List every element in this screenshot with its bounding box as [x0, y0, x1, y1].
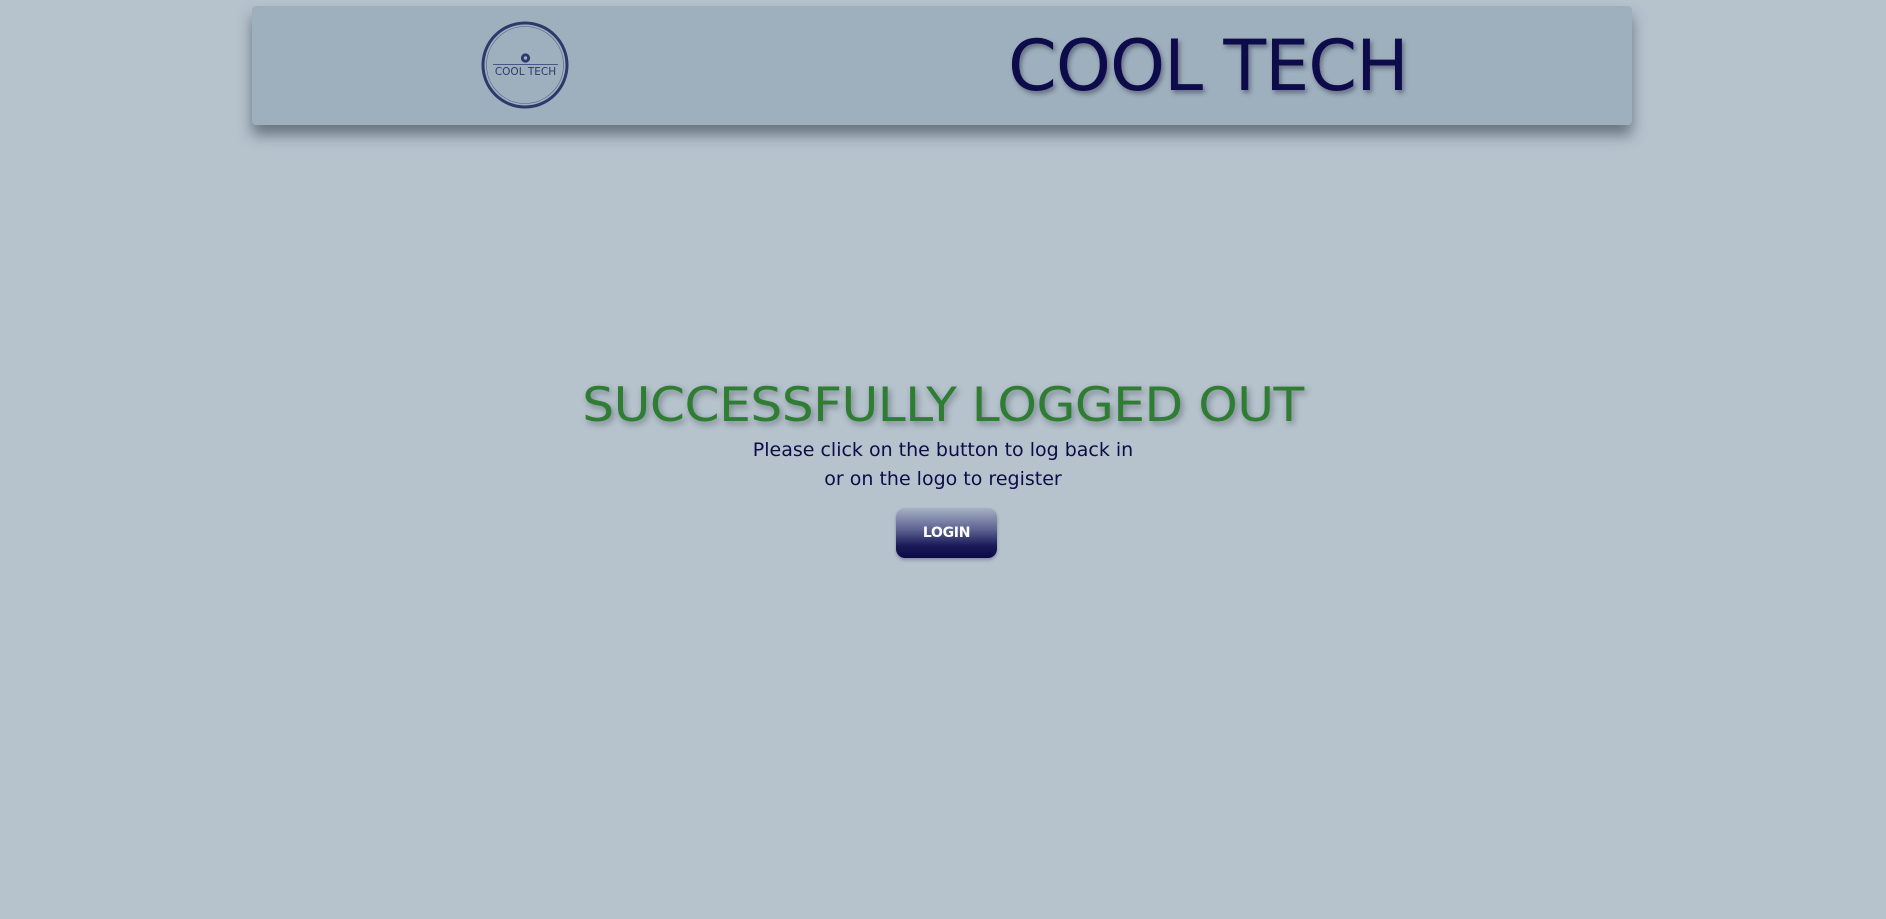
brand-title: COOL TECH [1008, 25, 1409, 107]
register-instruction-text: or on the logo to register [824, 468, 1062, 490]
login-button[interactable]: LOGIN [896, 508, 997, 558]
logout-panel: SUCCESSFULLY LOGGED OUT Please click on … [0, 378, 1886, 494]
svg-text:COOL TECH: COOL TECH [495, 66, 556, 78]
login-instruction-text: Please click on the button to log back i… [752, 439, 1134, 461]
cool-tech-logo-icon: COOL TECH [481, 21, 569, 109]
logo-link[interactable]: COOL TECH [480, 20, 570, 110]
site-header: COOL TECH COOL TECH [252, 6, 1632, 125]
logout-status-title: SUCCESSFULLY LOGGED OUT [582, 378, 1304, 433]
